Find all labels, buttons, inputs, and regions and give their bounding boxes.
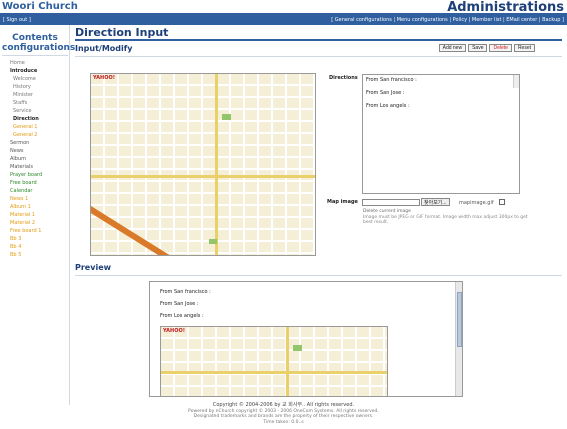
map-image-file-input[interactable] — [362, 199, 420, 206]
map-image-label: Map image — [327, 199, 358, 205]
sidebar-divider — [2, 55, 68, 56]
directions-textarea[interactable]: From San francisco : From San Jose : Fro… — [362, 74, 520, 194]
sidebar-item[interactable]: Bb 3 — [10, 235, 42, 243]
directions-label: Directions — [329, 75, 358, 81]
direction-line-la: From Los angels : — [366, 103, 410, 109]
browse-button[interactable]: 찾아보기... — [421, 198, 450, 206]
page-title: Direction Input — [75, 26, 169, 39]
sidebar-item[interactable]: Introduce — [10, 67, 42, 75]
sidebar-item[interactable]: Service — [10, 107, 42, 115]
preview-title: Preview — [75, 263, 112, 272]
add-new-button[interactable]: Add new — [438, 44, 467, 52]
preview-divider — [75, 275, 562, 276]
sidebar-menu: Home Introduce Welcome History Minister Staff… — [10, 59, 42, 259]
preview-line-sf: From San francisco : — [160, 289, 211, 295]
preview-scrollbar[interactable] — [455, 282, 462, 396]
direction-line-sf: From San francisco : — [366, 77, 417, 83]
sidebar-item[interactable]: Bb 4 — [10, 243, 42, 251]
sidebar-title: Contents configurations — [2, 33, 76, 53]
sidebar-item[interactable]: Materials — [10, 163, 42, 171]
current-map-filename: mapimage.gif — [459, 200, 494, 206]
direction-line-sj: From San Jose : — [366, 90, 405, 96]
save-button[interactable]: Save — [468, 44, 488, 52]
top-bar: Woori Church Administrations — [0, 0, 567, 15]
action-buttons: Add new Save Delete Reset — [438, 44, 535, 52]
sidebar-item[interactable]: General 1 — [10, 123, 42, 131]
footer-timing: Time taken: 0.0..s — [263, 419, 304, 425]
textarea-scrollbar[interactable] — [513, 75, 519, 88]
preview-line-la: From Los angels : — [160, 313, 204, 319]
direction-map-image: YAHOO! — [90, 73, 316, 256]
sidebar-item[interactable]: Album 1 — [10, 203, 42, 211]
sidebar-item[interactable]: News — [10, 147, 42, 155]
sidebar-item[interactable]: Free board — [10, 179, 42, 187]
sidebar-item[interactable]: Welcome — [10, 75, 42, 83]
preview-line-sj: From San Jose : — [160, 301, 199, 307]
sidebar-item[interactable]: News 1 — [10, 195, 42, 203]
delete-button[interactable]: Delete — [489, 44, 512, 52]
sidebar-item[interactable]: Prayer board — [10, 171, 42, 179]
sidebar: Contents configurations Home Introduce Wel… — [0, 25, 76, 405]
title-divider — [75, 39, 562, 41]
sidebar-item[interactable]: Bb 5 — [10, 251, 42, 259]
sidebar-item[interactable]: Sermon — [10, 139, 42, 147]
yahoo-logo: YAHOO! — [93, 75, 115, 81]
footer: Copyright © 2004-2006 by 교 회사무.. All rig… — [0, 402, 567, 425]
admin-nav-links[interactable]: [ General configurations | Menu configur… — [331, 17, 564, 23]
sidebar-item[interactable]: Direction — [10, 115, 42, 123]
admin-title: Administrations — [447, 0, 564, 15]
sign-out-link[interactable]: [ Sign out ] — [3, 17, 31, 23]
reset-button[interactable]: Reset — [513, 44, 535, 52]
sidebar-item[interactable]: General 2 — [10, 131, 42, 139]
section-title-input-modify: Input/Modify — [75, 44, 133, 53]
sidebar-item[interactable]: Album — [10, 155, 42, 163]
sidebar-item[interactable]: Free board 1 — [10, 227, 42, 235]
delete-current-image-text: Delete current image — [363, 209, 411, 214]
image-format-note: Image must be JPEG or GIF format. Image … — [363, 215, 528, 225]
yahoo-logo: YAHOO! — [163, 328, 185, 334]
preview-panel: From San francisco : From San Jose : Fro… — [149, 281, 463, 397]
sidebar-item[interactable]: Material 1 — [10, 211, 42, 219]
sidebar-item[interactable]: Home — [10, 59, 42, 67]
site-brand[interactable]: Woori Church — [2, 1, 78, 12]
section-divider — [75, 56, 562, 57]
preview-map-image: YAHOO! — [160, 326, 388, 396]
sidebar-item[interactable]: History — [10, 83, 42, 91]
sidebar-item[interactable]: Minister — [10, 91, 42, 99]
sidebar-item[interactable]: Material 2 — [10, 219, 42, 227]
delete-image-checkbox[interactable] — [499, 199, 505, 205]
link-bar: [ Sign out ] [ General configurations | … — [0, 15, 567, 25]
preview-scrollbar-thumb[interactable] — [457, 292, 462, 347]
sidebar-item[interactable]: Calendar — [10, 187, 42, 195]
sidebar-item[interactable]: Staffs — [10, 99, 42, 107]
